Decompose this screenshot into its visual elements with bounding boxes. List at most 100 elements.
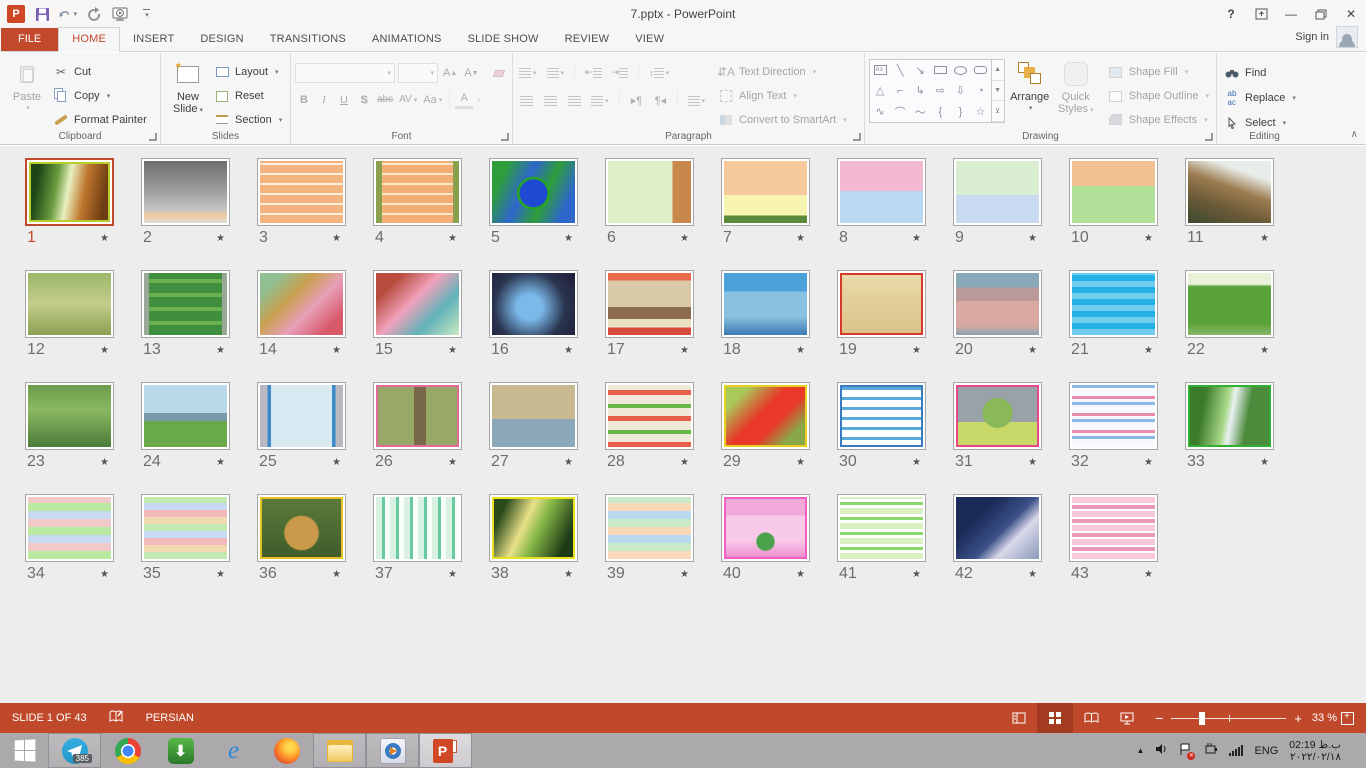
tab-animations[interactable]: ANIMATIONS	[359, 28, 455, 51]
customize-qat-icon[interactable]: ▾	[137, 5, 155, 23]
taskbar-chrome-button[interactable]	[101, 733, 154, 768]
minimize-button[interactable]: —	[1276, 0, 1306, 28]
slide-thumbnail[interactable]	[953, 158, 1042, 226]
slide-thumbnail[interactable]	[605, 494, 694, 562]
numbering-button[interactable]: ▾	[545, 63, 567, 82]
slide-cell[interactable]: 34★	[25, 494, 141, 586]
slide-cell[interactable]: 41★	[837, 494, 953, 586]
slide-thumbnail[interactable]	[25, 158, 114, 226]
align-center-button[interactable]	[541, 91, 559, 110]
slide-thumbnail[interactable]	[489, 270, 578, 338]
elbow-connector-shape-icon[interactable]: ⌐	[897, 85, 903, 97]
paragraph-dialog-launcher-icon[interactable]	[853, 133, 861, 141]
tab-design[interactable]: DESIGN	[187, 28, 256, 51]
slide-thumbnail[interactable]	[141, 270, 230, 338]
slide-thumbnail[interactable]	[25, 494, 114, 562]
tab-slide-show[interactable]: SLIDE SHOW	[455, 28, 552, 51]
shapes-scroll-up-icon[interactable]: ▲	[992, 60, 1004, 81]
taskbar-internet-explorer-button[interactable]: e	[207, 733, 260, 768]
slide-thumbnail[interactable]	[373, 382, 462, 450]
shape-outline-button[interactable]: Shape Outline▾	[1105, 87, 1212, 106]
shrink-font-button[interactable]: A▼	[462, 64, 480, 83]
slide-cell[interactable]: 35★	[141, 494, 257, 586]
slide-cell[interactable]: 15★	[373, 270, 489, 362]
slide-thumbnail[interactable]	[489, 494, 578, 562]
elbow-arrow-shape-icon[interactable]: ↳	[916, 84, 925, 97]
save-button[interactable]	[33, 5, 51, 23]
zoom-out-button[interactable]: −	[1155, 710, 1163, 726]
format-painter-button[interactable]: Format Painter	[50, 110, 150, 129]
font-dialog-launcher-icon[interactable]	[501, 133, 509, 141]
slide-thumbnail[interactable]	[721, 494, 810, 562]
tab-file[interactable]: FILE	[1, 28, 58, 51]
text-direction-button[interactable]: ⇵AText Direction▾	[715, 63, 850, 81]
slide-cell[interactable]: 33★	[1185, 382, 1301, 474]
font-size-combo[interactable]: ▾	[398, 63, 438, 83]
slide-cell[interactable]: 25★	[257, 382, 373, 474]
slide-cell[interactable]: 4★	[373, 158, 489, 250]
ribbon-display-options-button[interactable]	[1246, 0, 1276, 28]
slide-thumbnail[interactable]	[837, 494, 926, 562]
spell-check-icon[interactable]	[109, 710, 124, 726]
redo-button[interactable]	[85, 5, 103, 23]
slide-cell[interactable]: 12★	[25, 270, 141, 362]
convert-to-smartart-button[interactable]: Convert to SmartArt▾	[715, 111, 850, 129]
clipboard-dialog-launcher-icon[interactable]	[149, 133, 157, 141]
slide-thumbnail[interactable]	[373, 494, 462, 562]
collapse-ribbon-icon[interactable]: ∧	[1351, 129, 1358, 140]
slide-cell[interactable]: 16★	[489, 270, 605, 362]
start-button[interactable]	[0, 733, 48, 768]
slide-cell[interactable]: 2★	[141, 158, 257, 250]
slide-cell[interactable]: 21★	[1069, 270, 1185, 362]
underline-button[interactable]: U	[335, 90, 353, 109]
slide-thumbnail[interactable]	[721, 382, 810, 450]
slide-cell[interactable]: 40★	[721, 494, 837, 586]
slide-thumbnail[interactable]	[837, 270, 926, 338]
sign-in-button[interactable]: Sign in	[1295, 26, 1366, 51]
cut-button[interactable]: ✂Cut	[50, 63, 150, 82]
grow-font-button[interactable]: A▲	[441, 64, 459, 83]
powerpoint-app-icon[interactable]: P	[7, 5, 25, 23]
zoom-slider[interactable]	[1171, 718, 1286, 719]
undo-dropdown-icon[interactable]: ▾	[73, 10, 77, 18]
slide-cell[interactable]: 5★	[489, 158, 605, 250]
slide-cell[interactable]: 39★	[605, 494, 721, 586]
slide-thumbnail[interactable]	[837, 158, 926, 226]
slide-cell[interactable]: 9★	[953, 158, 1069, 250]
find-button[interactable]: Find	[1221, 63, 1308, 82]
slide-thumbnail[interactable]	[141, 382, 230, 450]
select-button[interactable]: Select▾	[1221, 113, 1308, 132]
reading-view-button[interactable]	[1073, 703, 1109, 733]
slide-sorter[interactable]: 1★2★3★4★5★6★7★8★9★10★11★12★13★14★15★16★1…	[0, 146, 1366, 703]
slide-thumbnail[interactable]	[257, 494, 346, 562]
slide-thumbnail[interactable]	[1069, 494, 1158, 562]
slide-thumbnail[interactable]	[141, 158, 230, 226]
slide-thumbnail[interactable]	[1185, 382, 1274, 450]
tray-show-hidden-icons[interactable]: ▲	[1137, 746, 1145, 755]
decrease-indent-button[interactable]: ⇤	[583, 63, 604, 82]
rtl-paragraph-button[interactable]: ¶◂	[651, 91, 669, 110]
zoom-in-button[interactable]: +	[1294, 711, 1302, 726]
language-indicator[interactable]: PERSIAN	[146, 712, 194, 724]
quick-styles-button[interactable]: Quick Styles▾	[1055, 56, 1097, 129]
slide-thumbnail[interactable]	[141, 494, 230, 562]
slide-thumbnail[interactable]	[25, 270, 114, 338]
arc-shape-icon[interactable]: ⌒	[895, 104, 906, 120]
slide-cell[interactable]: 10★	[1069, 158, 1185, 250]
slide-cell[interactable]: 19★	[837, 270, 953, 362]
shape-fill-button[interactable]: Shape Fill▾	[1105, 63, 1212, 82]
arrange-button[interactable]: Arrange ▾	[1009, 56, 1051, 129]
slide-thumbnail[interactable]	[25, 382, 114, 450]
triangle-shape-icon[interactable]: △	[876, 84, 884, 97]
fit-slide-to-window-icon[interactable]	[1341, 712, 1354, 725]
slide-cell[interactable]: 30★	[837, 382, 953, 474]
shapes-gallery[interactable]: A≡ ╲ ↘ △ ⌐ ↳ ⇨ ⇩ ◔ ∿ ⌒ ～ { }	[869, 59, 1005, 123]
align-right-button[interactable]	[565, 91, 583, 110]
replace-button[interactable]: abacReplace▾	[1221, 88, 1308, 107]
slide-cell[interactable]: 18★	[721, 270, 837, 362]
slide-thumbnail[interactable]	[489, 158, 578, 226]
text-box-shape-icon[interactable]: A≡	[874, 65, 887, 75]
slide-thumbnail[interactable]	[605, 270, 694, 338]
shape-effects-button[interactable]: Shape Effects▾	[1105, 110, 1212, 129]
slide-cell[interactable]: 3★	[257, 158, 373, 250]
